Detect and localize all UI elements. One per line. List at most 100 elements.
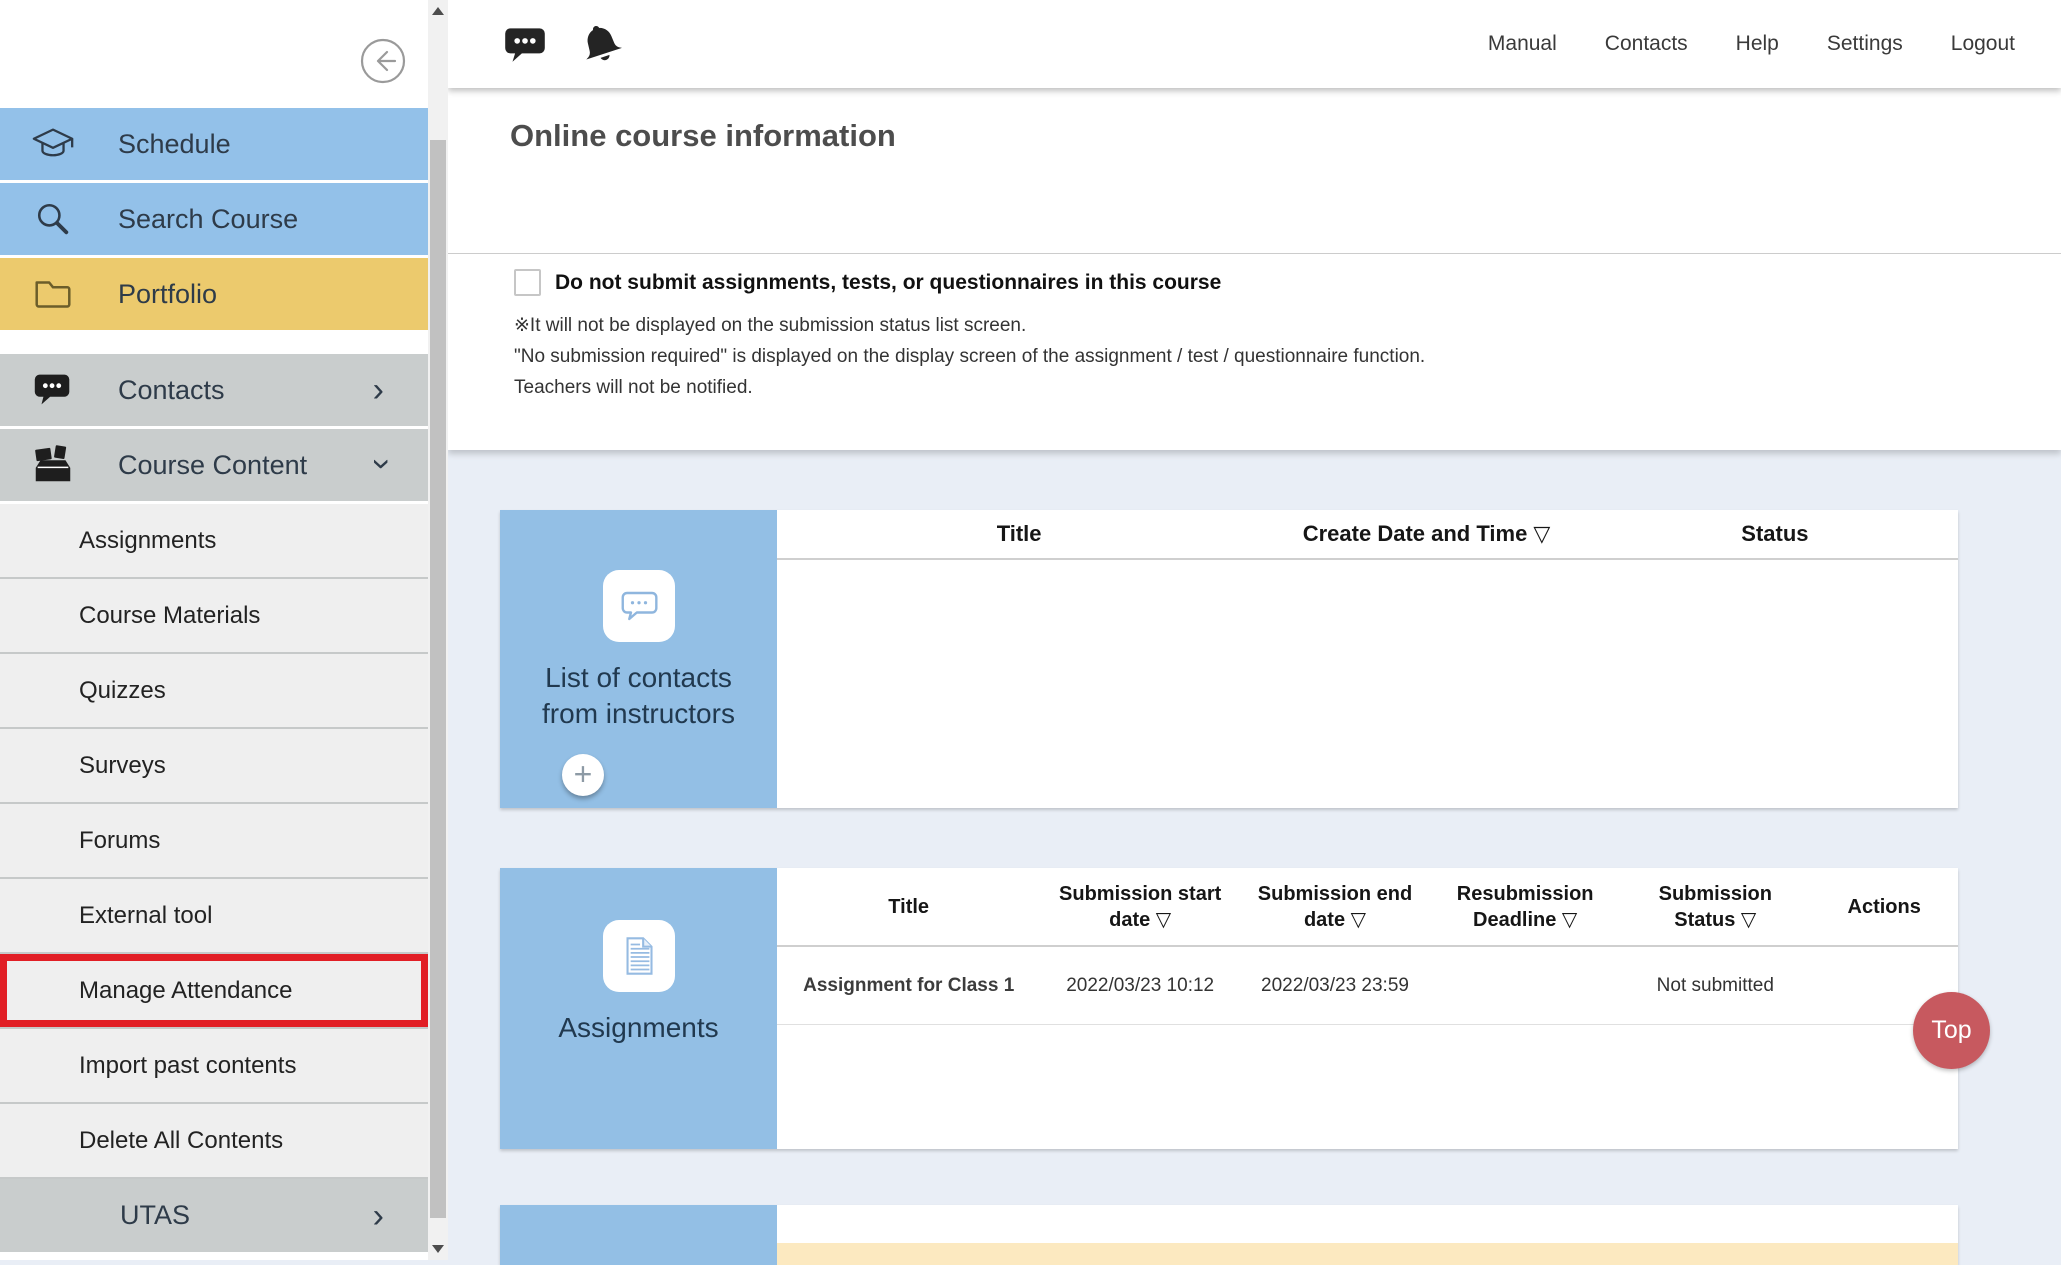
- sidebar-item-import-past-contents[interactable]: Import past contents: [0, 1029, 428, 1104]
- contacts-header-title: Title: [777, 521, 1261, 547]
- assignment-start-cell: 2022/03/23 10:12: [1040, 973, 1240, 998]
- contacts-card-icon: [603, 570, 675, 642]
- course-content-box-icon: [30, 442, 76, 488]
- sidebar-item-label: Quizzes: [79, 677, 166, 705]
- sidebar-item-utas[interactable]: UTAS ›: [0, 1179, 428, 1252]
- contacts-card-label: List of contacts from instructors: [524, 660, 754, 732]
- back-arrow-icon: [360, 71, 406, 88]
- no-submit-checkbox-row: Do not submit assignments, tests, or que…: [514, 269, 1221, 296]
- bottom-section-card: [500, 1205, 777, 1265]
- contacts-bubble-icon: [30, 367, 76, 413]
- sidebar-item-course-materials[interactable]: Course Materials: [0, 579, 428, 654]
- contacts-section: List of contacts from instructors + Titl…: [500, 510, 1958, 808]
- folder-icon: [30, 271, 76, 317]
- sidebar-item-label: Portfolio: [118, 279, 217, 310]
- back-to-top-button[interactable]: Top: [1913, 992, 1990, 1069]
- assignments-card-label: Assignments: [524, 1010, 754, 1046]
- sidebar-item-contacts[interactable]: Contacts ›: [0, 354, 428, 426]
- page-title: Online course information: [510, 118, 896, 154]
- sidebar-item-label: Schedule: [118, 129, 231, 160]
- sidebar-item-assignments[interactable]: Assignments: [0, 504, 428, 579]
- assignments-header-status-sort[interactable]: Submission Status ▽: [1620, 881, 1810, 933]
- sidebar-item-manage-attendance[interactable]: Manage Attendance: [0, 954, 428, 1029]
- sidebar-item-search-course[interactable]: Search Course: [0, 183, 428, 255]
- scrollbar-thumb[interactable]: [430, 140, 446, 1218]
- graduation-cap-icon: [30, 121, 76, 167]
- sidebar-item-surveys[interactable]: Surveys: [0, 729, 428, 804]
- sidebar: Schedule Search Course Portfolio Contact…: [0, 0, 428, 1260]
- contacts-table: Title Create Date and Time ▽ Status: [777, 510, 1958, 808]
- sidebar-item-schedule[interactable]: Schedule: [0, 108, 428, 180]
- sidebar-item-label: Delete All Contents: [79, 1127, 283, 1155]
- chevron-right-icon: ›: [373, 373, 384, 407]
- chevron-down-icon: ›: [365, 458, 399, 469]
- sidebar-item-label: Contacts: [118, 375, 225, 406]
- note-line: Teachers will not be notified.: [514, 372, 1425, 403]
- sidebar-item-portfolio[interactable]: Portfolio: [0, 258, 428, 330]
- sidebar-item-delete-all-contents[interactable]: Delete All Contents: [0, 1104, 428, 1179]
- contacts-header-status: Status: [1592, 521, 1958, 547]
- sidebar-collapse-button[interactable]: [360, 38, 406, 84]
- assignments-card: Assignments: [500, 868, 777, 1149]
- assignment-end-cell: 2022/03/23 23:59: [1240, 973, 1430, 998]
- topbar-link-manual[interactable]: Manual: [1488, 32, 1557, 56]
- topbar-links: Manual Contacts Help Settings Logout: [1488, 32, 2061, 56]
- assignment-doc-icon: [603, 920, 675, 992]
- assignment-row: Assignment for Class 1 2022/03/23 10:12 …: [777, 947, 1958, 1025]
- sidebar-item-label: Course Content: [118, 450, 307, 481]
- sidebar-item-label: Import past contents: [79, 1052, 296, 1080]
- sidebar-item-label: External tool: [79, 902, 212, 930]
- sidebar-item-label: Forums: [79, 827, 160, 855]
- sidebar-item-label: Assignments: [79, 527, 216, 555]
- plus-icon: +: [574, 758, 593, 790]
- bell-icon[interactable]: [576, 19, 626, 69]
- assignments-table-header: Title Submission start date ▽ Submission…: [777, 868, 1958, 947]
- topbar: Manual Contacts Help Settings Logout: [448, 0, 2061, 88]
- chat-icon[interactable]: [500, 19, 550, 69]
- sidebar-item-forums[interactable]: Forums: [0, 804, 428, 879]
- assignment-title-cell: Assignment for Class 1: [777, 973, 1040, 998]
- sidebar-item-label: Surveys: [79, 752, 166, 780]
- assignments-section: Assignments Title Submission start date …: [500, 868, 1958, 1149]
- sidebar-item-quizzes[interactable]: Quizzes: [0, 654, 428, 729]
- no-submit-checkbox[interactable]: [514, 269, 541, 296]
- sidebar-item-label: UTAS: [120, 1200, 190, 1231]
- sidebar-item-label: Manage Attendance: [79, 977, 293, 1005]
- contacts-table-header: Title Create Date and Time ▽ Status: [777, 510, 1958, 560]
- bottom-section-table: [777, 1205, 1958, 1265]
- sidebar-scrollbar[interactable]: [428, 0, 448, 1260]
- sidebar-item-label: Search Course: [118, 204, 298, 235]
- note-line: "No submission required" is displayed on…: [514, 341, 1425, 372]
- chevron-right-icon: ›: [373, 1199, 384, 1233]
- assignments-table: Title Submission start date ▽ Submission…: [777, 868, 1958, 1149]
- checkbox-notes: ※It will not be displayed on the submiss…: [514, 310, 1425, 403]
- divider: [448, 253, 2061, 254]
- main-area: Manual Contacts Help Settings Logout Onl…: [448, 0, 2061, 1260]
- assignments-header-resubmission-sort[interactable]: Resubmission Deadline ▽: [1430, 881, 1620, 933]
- sidebar-item-course-content[interactable]: Course Content ›: [0, 429, 428, 501]
- sidebar-item-external-tool[interactable]: External tool: [0, 879, 428, 954]
- note-line: ※It will not be displayed on the submiss…: [514, 310, 1425, 341]
- assignment-status-cell: Not submitted: [1620, 973, 1810, 998]
- assignments-header-start-sort[interactable]: Submission start date ▽: [1040, 881, 1240, 933]
- add-contact-button[interactable]: +: [562, 754, 604, 796]
- topbar-link-logout[interactable]: Logout: [1951, 32, 2015, 56]
- contacts-header-create-date-sort[interactable]: Create Date and Time ▽: [1261, 521, 1592, 547]
- bottom-section-partial: [500, 1205, 1958, 1265]
- topbar-link-help[interactable]: Help: [1736, 32, 1779, 56]
- sidebar-item-label: Course Materials: [79, 602, 260, 630]
- scrollbar-up-arrow[interactable]: [428, 0, 448, 22]
- assignments-header-actions: Actions: [1810, 894, 1958, 920]
- search-icon: [30, 196, 76, 242]
- assignments-header-title: Title: [777, 894, 1040, 920]
- sidebar-header: [0, 0, 428, 108]
- course-info-panel: Online course information Do not submit …: [448, 88, 2061, 450]
- scrollbar-down-arrow[interactable]: [428, 1238, 448, 1260]
- assignments-header-end-sort[interactable]: Submission end date ▽: [1240, 881, 1430, 933]
- bottom-table-row: [777, 1205, 1958, 1243]
- bottom-table-row-highlighted: [777, 1243, 1958, 1265]
- contacts-card: List of contacts from instructors +: [500, 510, 777, 808]
- topbar-link-contacts[interactable]: Contacts: [1605, 32, 1688, 56]
- no-submit-checkbox-label: Do not submit assignments, tests, or que…: [555, 271, 1221, 295]
- topbar-link-settings[interactable]: Settings: [1827, 32, 1903, 56]
